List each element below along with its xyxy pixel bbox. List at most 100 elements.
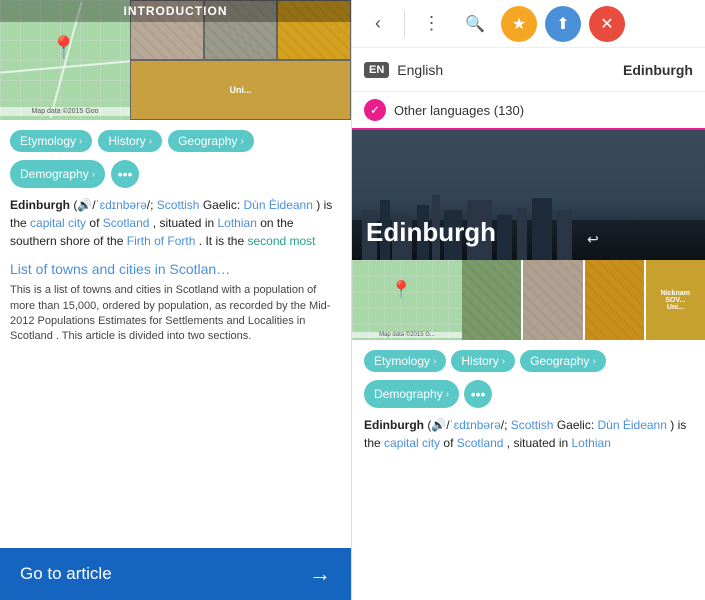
article-scottish: Scottish <box>157 198 200 212</box>
go-to-article-button[interactable]: Go to article → <box>0 548 351 600</box>
right-photo-pattern1 <box>462 260 521 340</box>
right-article-scotland: Scotland <box>457 436 504 450</box>
right-photo-hill <box>462 260 521 340</box>
right-chips-row2: Demography › ••• <box>364 380 693 408</box>
right-content: Etymology › History › Geography › Demogr… <box>352 340 705 600</box>
chip-more-label: ••• <box>118 166 133 182</box>
right-photo-text: NicknamSOV...Uni... <box>646 260 705 340</box>
chip-history-label: History <box>108 134 145 148</box>
chip-etymology-arrow: › <box>79 136 82 147</box>
right-article-situated: , situated in <box>507 436 572 450</box>
right-article-dun: Dùn Èideann <box>598 418 667 432</box>
lang-badge: EN <box>364 62 389 78</box>
right-article-of: of <box>443 436 456 450</box>
left-header: INTRODUCTION 📍 Map data ©2015 Goo <box>0 0 351 120</box>
right-map-label: Map data ©2015 G... <box>352 332 462 338</box>
right-chip-more[interactable]: ••• <box>464 380 492 408</box>
right-chip-etymology[interactable]: Etymology › <box>364 350 446 372</box>
article-text: Edinburgh (🔊/ˈɛdɪnbərə/; Scottish Gaelic… <box>10 196 341 250</box>
right-article-gaelic-text: Gaelic: <box>557 418 598 432</box>
chip-etymology-label: Etymology <box>20 134 76 148</box>
chips-row: Etymology › History › Geography › <box>10 130 341 152</box>
right-chip-geography-label: Geography <box>530 354 589 368</box>
chip-more[interactable]: ••• <box>111 160 139 188</box>
article-of: of <box>89 216 102 230</box>
close-icon: ✕ <box>600 14 613 34</box>
lang-name: English <box>397 62 623 78</box>
right-map: 📍 Map data ©2015 G... <box>352 260 462 340</box>
nicknam-label: NicknamSOV...Uni... <box>661 290 690 311</box>
right-lang-bar: EN English Edinburgh <box>352 48 705 92</box>
right-article-text: Edinburgh (🔊/ˈɛdɪnbərə/; Scottish Gaelic… <box>364 416 693 452</box>
chip-demography-arrow: › <box>92 169 95 180</box>
back-icon: ‹ <box>375 13 381 34</box>
left-panel: INTRODUCTION 📍 Map data ©2015 Goo <box>0 0 352 600</box>
chip-geography-arrow: › <box>240 136 243 147</box>
article-dun: Dùn Èideann <box>244 198 313 212</box>
right-chip-etymology-arrow: › <box>433 356 436 367</box>
article-scotland: Scotland <box>103 216 150 230</box>
section-body: This is a list of towns and cities in Sc… <box>10 283 341 345</box>
right-image-strip: 📍 Map data ©2015 G... NicknamSOV...Uni..… <box>352 260 705 340</box>
intro-label: INTRODUCTION <box>0 0 351 22</box>
other-languages-bar[interactable]: ✓ Other languages (130) <box>352 92 705 130</box>
right-article-capital: capital <box>384 436 419 450</box>
article-gaelic-text: Gaelic: <box>203 198 244 212</box>
article-lothian: Lothian <box>218 216 257 230</box>
menu-icon: ⋮ <box>423 13 440 34</box>
chip-demography-label: Demography <box>20 167 89 181</box>
hero-share-icon[interactable]: ↩ <box>587 231 599 248</box>
article-second: second most <box>247 234 315 248</box>
chip-history[interactable]: History › <box>98 130 162 152</box>
other-lang-check: ✓ <box>370 103 380 117</box>
star-button[interactable]: ★ <box>501 6 537 42</box>
menu-button[interactable]: ⋮ <box>413 6 449 42</box>
close-button[interactable]: ✕ <box>589 6 625 42</box>
right-chip-history[interactable]: History › <box>451 350 515 372</box>
uni-text: Uni... <box>230 85 252 95</box>
share-icon: ⬆ <box>556 14 569 34</box>
photo-row-bottom: Uni... <box>130 60 351 120</box>
right-photo-pattern2 <box>523 260 582 340</box>
article-phonetic: (🔊/ˈɛdɪnbərə/; <box>73 198 156 212</box>
right-photo-pattern3 <box>585 260 644 340</box>
hero-title: Edinburgh <box>366 217 496 248</box>
search-button[interactable]: 🔍 <box>457 6 493 42</box>
right-article-phonetic: (🔊/ˈɛdɪnbərə/; <box>427 418 510 432</box>
right-chip-more-label: ••• <box>471 386 486 402</box>
back-button[interactable]: ‹ <box>360 6 396 42</box>
uni-photo: Uni... <box>130 60 351 120</box>
right-chip-geography-arrow: › <box>592 356 595 367</box>
article-name-right: Edinburgh <box>623 62 693 78</box>
right-chip-history-arrow: › <box>502 356 505 367</box>
right-chip-demography[interactable]: Demography › <box>364 380 459 408</box>
right-chip-demography-arrow: › <box>446 389 449 400</box>
article-firth: Firth of Forth <box>127 234 196 248</box>
chip-demography[interactable]: Demography › <box>10 160 105 188</box>
right-photo-yellow <box>585 260 644 340</box>
right-photos: NicknamSOV...Uni... <box>462 260 705 340</box>
right-article-city: city <box>422 436 440 450</box>
right-article-edinburgh: Edinburgh <box>364 418 424 432</box>
right-article-scottish: Scottish <box>511 418 554 432</box>
search-icon: 🔍 <box>465 14 485 34</box>
left-content: Etymology › History › Geography › Demogr… <box>0 120 351 548</box>
right-article-lothian: Lothian <box>572 436 611 450</box>
map-pin: 📍 <box>50 35 77 61</box>
star-icon: ★ <box>512 14 526 34</box>
other-languages-text: Other languages (130) <box>394 103 524 118</box>
toolbar-divider <box>404 10 405 38</box>
right-chip-demography-label: Demography <box>374 387 443 401</box>
right-toolbar: ‹ ⋮ 🔍 ★ ⬆ ✕ <box>352 0 705 48</box>
right-chip-geography[interactable]: Geography › <box>520 350 606 372</box>
right-chip-history-label: History <box>461 354 498 368</box>
chips-row2: Demography › ••• <box>10 160 341 188</box>
map-label: Map data ©2015 Goo <box>0 107 130 116</box>
chip-geography-label: Geography <box>178 134 237 148</box>
other-lang-icon: ✓ <box>364 99 386 121</box>
chip-geography[interactable]: Geography › <box>168 130 254 152</box>
right-photo-historic <box>523 260 582 340</box>
share-button[interactable]: ⬆ <box>545 6 581 42</box>
section-title[interactable]: List of towns and cities in Scotlan… <box>10 260 341 278</box>
chip-etymology[interactable]: Etymology › <box>10 130 92 152</box>
